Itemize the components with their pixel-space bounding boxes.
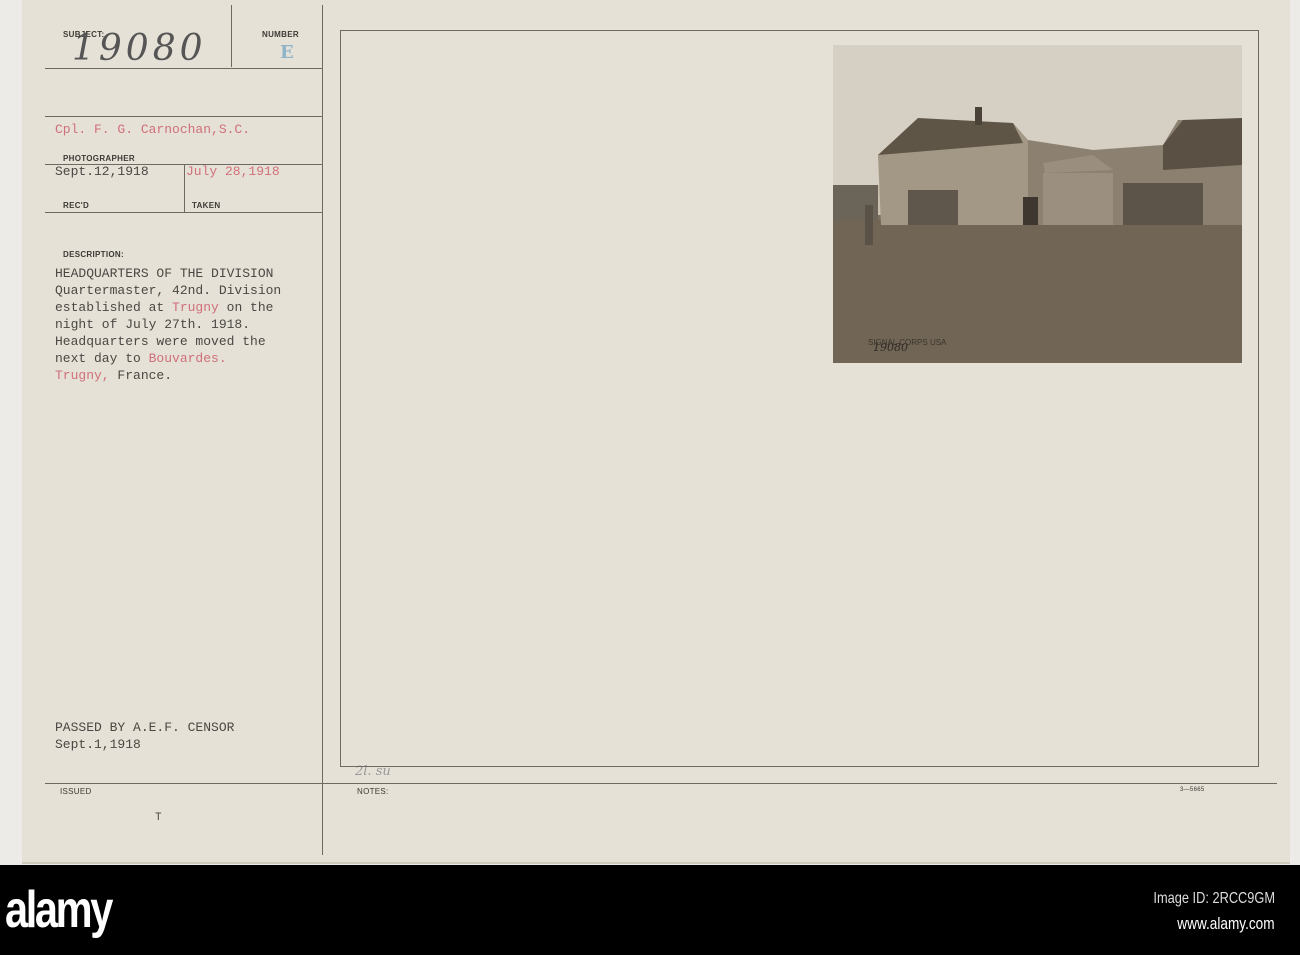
desc-line: France. [109, 368, 173, 383]
description-text: HEADQUARTERS OF THE DIVISION Quartermast… [55, 265, 281, 384]
photo-stamp-number: 19080 [873, 341, 908, 354]
desc-place: Trugny, [55, 368, 110, 383]
photographer-label: PHOTOGRAPHER [63, 154, 135, 163]
divider [322, 5, 323, 855]
image-id: Image ID: 2RCC9GM [1153, 890, 1275, 907]
desc-line: on the [218, 300, 274, 315]
desc-line: established at [55, 300, 173, 315]
received-label: REC'D [63, 201, 90, 210]
form-number: 3—5665 [1180, 787, 1205, 793]
divider [184, 164, 185, 212]
number-value: E [280, 42, 294, 63]
desc-line: next day to [55, 351, 149, 366]
notes-label: NOTES: [357, 787, 389, 796]
issued-label: ISSUED [60, 787, 92, 796]
mounted-photograph: SIGNAL CORPS USA 19080 [833, 45, 1242, 363]
site-url[interactable]: www.alamy.com [1178, 914, 1275, 934]
watermark-footer [0, 865, 1300, 955]
desc-line: Quartermaster, 42nd. Division [55, 283, 282, 298]
description-label: DESCRIPTION: [63, 250, 124, 259]
desc-line: Headquarters were moved the [55, 334, 266, 349]
taken-date: July 28,1918 [186, 164, 280, 179]
photo-headquarters-building: SIGNAL CORPS USA 19080 [833, 45, 1242, 363]
desc-line: HEADQUARTERS OF THE DIVISION [55, 266, 274, 281]
issued-value: T [155, 812, 162, 824]
number-label: NUMBER [262, 30, 299, 39]
divider [45, 212, 322, 213]
divider [231, 5, 232, 67]
taken-label: TAKEN [192, 201, 221, 210]
subject-number-handwritten: 19080 [72, 28, 207, 69]
divider [45, 116, 322, 117]
censor-line: PASSED BY A.E.F. CENSOR [55, 720, 235, 735]
desc-place: Trugny [172, 300, 219, 315]
desc-place: Bouvardes. [148, 351, 227, 366]
desc-line: night of July 27th. 1918. [55, 317, 251, 332]
photographer-name: Cpl. F. G. Carnochan,S.C. [55, 122, 251, 137]
alamy-logo: alamy [5, 881, 113, 939]
received-date: Sept.12,1918 [55, 164, 149, 179]
censor-date: Sept.1,1918 [55, 737, 141, 752]
divider [45, 783, 1277, 784]
